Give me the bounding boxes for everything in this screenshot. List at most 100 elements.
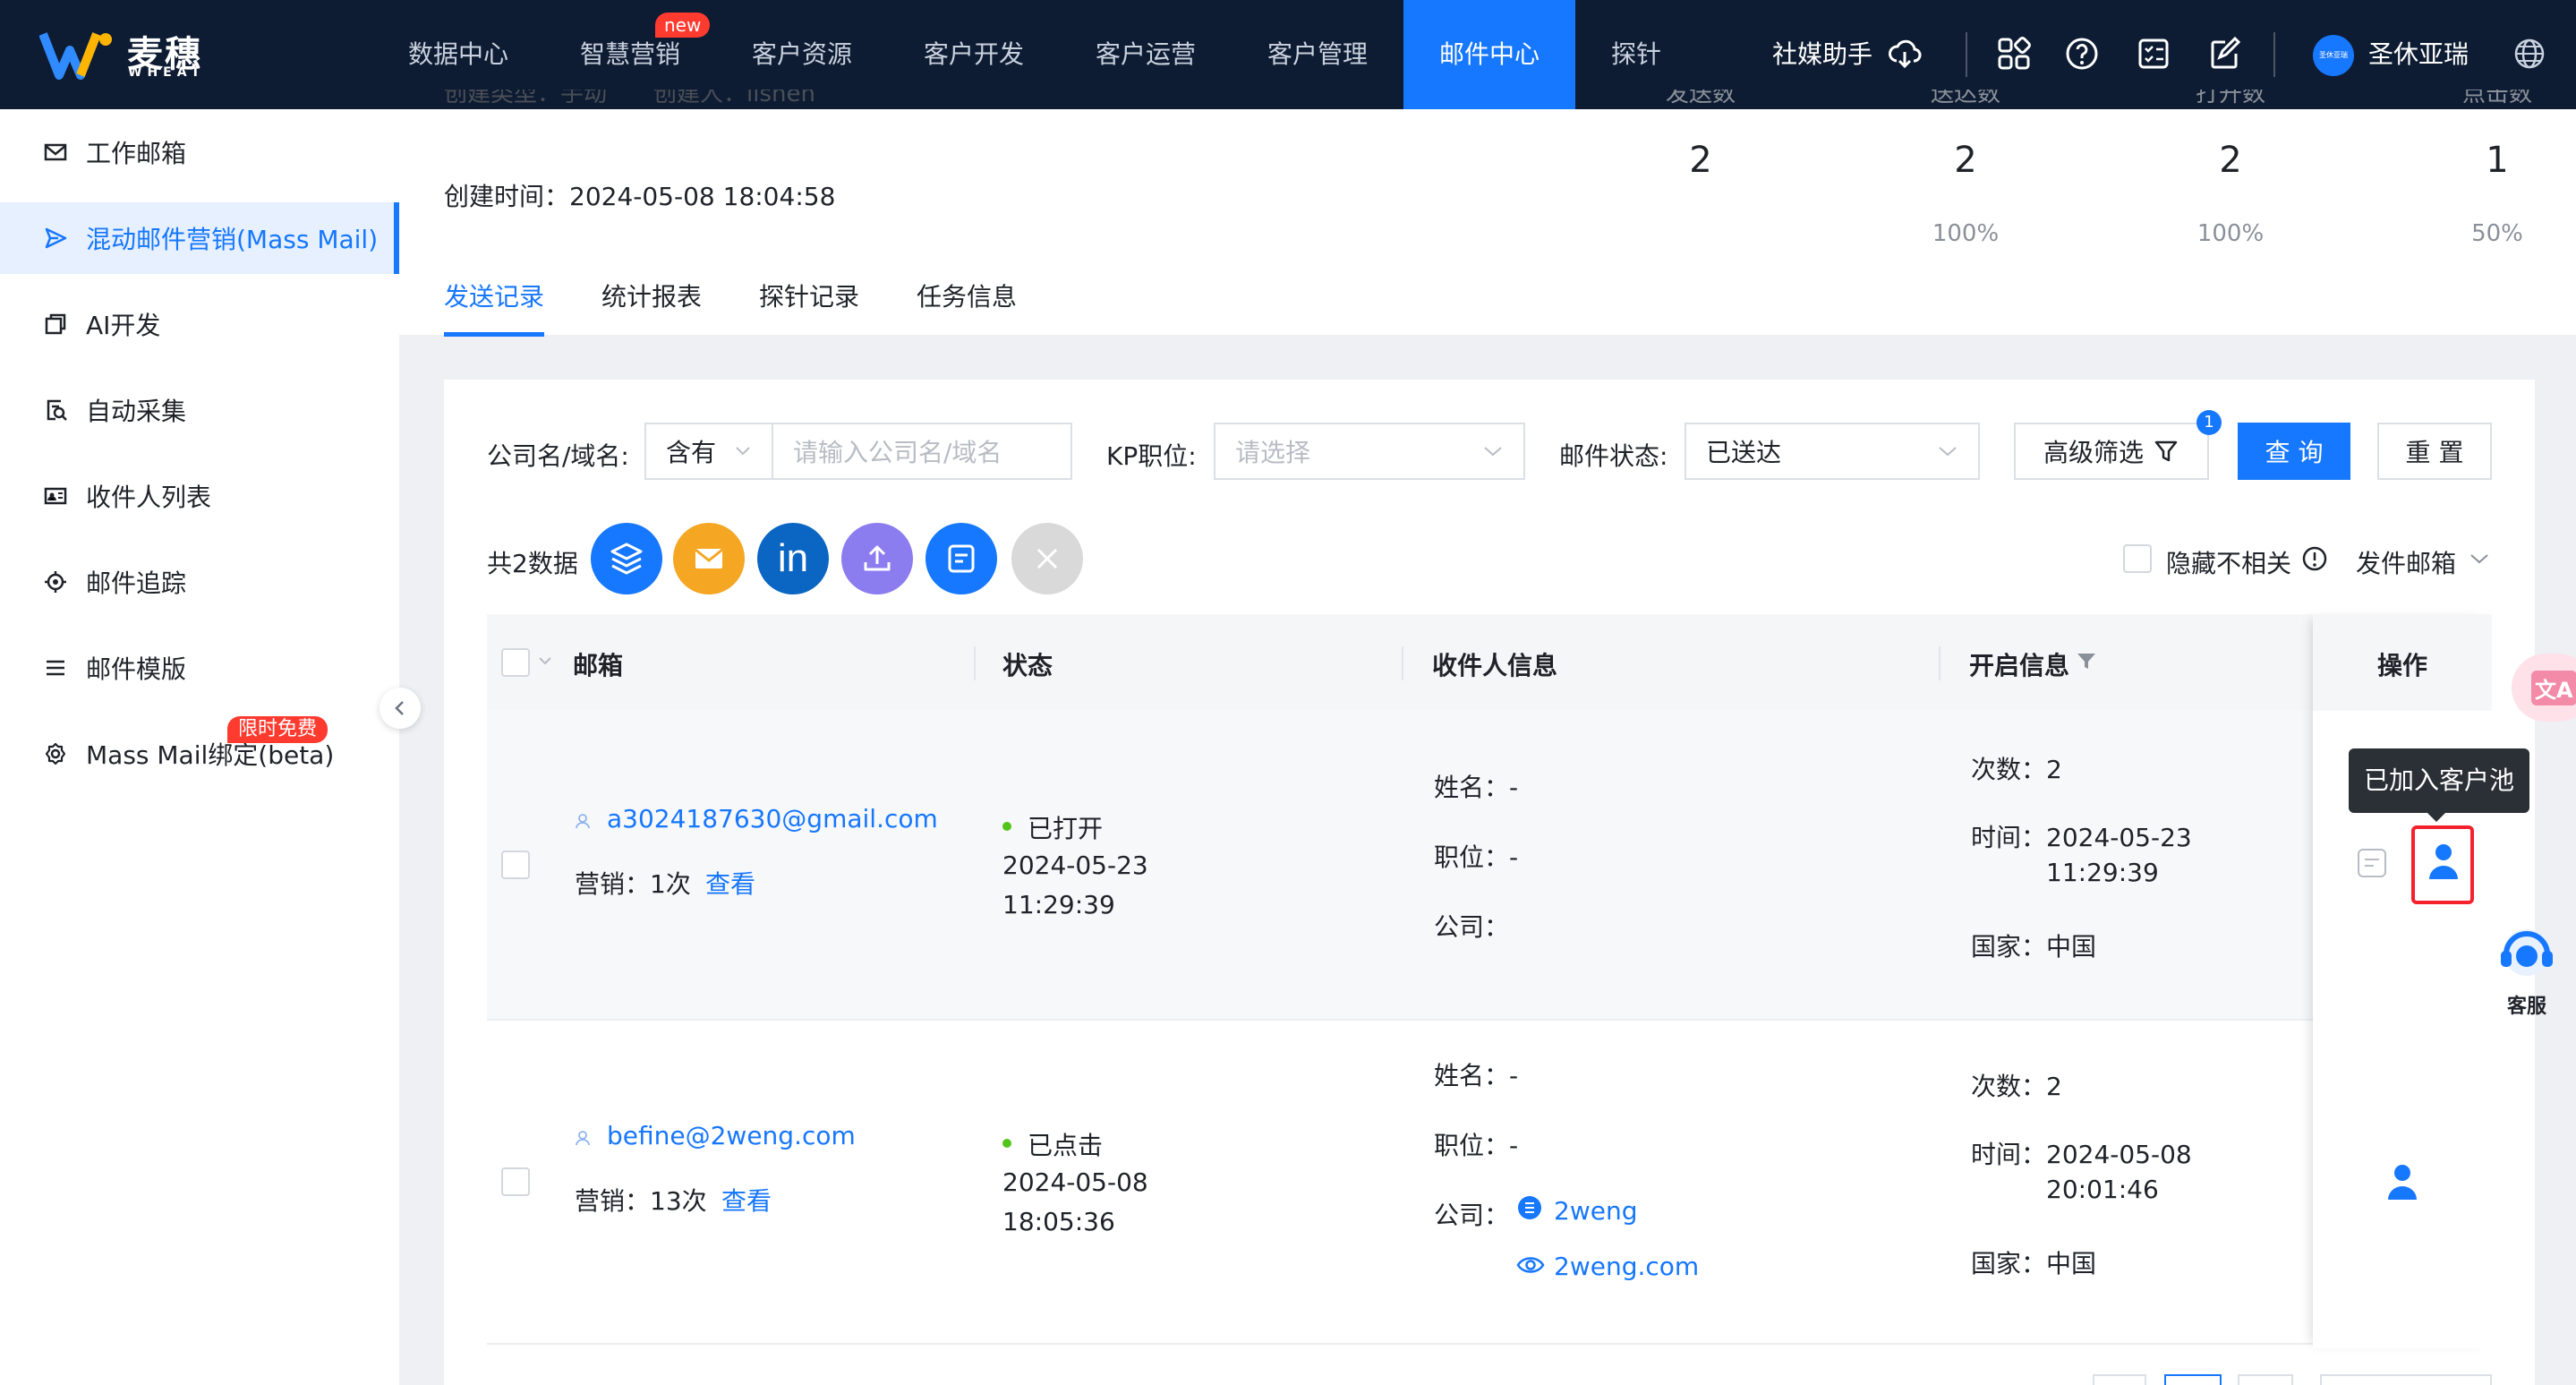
sidebar-collapse-button[interactable] xyxy=(380,688,421,729)
chevron-down-icon[interactable] xyxy=(537,655,553,668)
sidebar-item-recipient-list[interactable]: 收件人列表 xyxy=(0,460,399,532)
advanced-filter-count-badge: 1 xyxy=(2196,410,2222,435)
collect-icon xyxy=(41,396,70,424)
row-status: 已打开 xyxy=(1028,814,1104,843)
customer-service-label: 客服 xyxy=(2506,996,2546,1018)
pagination-current-page[interactable] xyxy=(2164,1374,2222,1385)
column-header-email[interactable]: 邮箱 xyxy=(573,646,623,682)
row-recipient-company: 公司： xyxy=(1434,912,1510,942)
row-checkbox[interactable] xyxy=(501,851,530,879)
add-to-customer-pool-icon[interactable] xyxy=(2384,1162,2420,1201)
reset-button[interactable]: 重 置 xyxy=(2377,423,2492,480)
nav-customer-management[interactable]: 客户管理 xyxy=(1246,0,1389,109)
sidebar-item-mail-template[interactable]: 邮件模版 xyxy=(0,632,399,704)
cloud-download-icon[interactable] xyxy=(1887,36,1923,72)
row-recipient-position: 职位：- xyxy=(1434,842,1519,872)
stat-delivered-pct: 100% xyxy=(1932,220,2000,247)
nav-mail-center[interactable]: 邮件中心 xyxy=(1403,0,1575,109)
export-action-button[interactable] xyxy=(841,523,913,594)
nav-customer-development[interactable]: 客户开发 xyxy=(902,0,1045,109)
kp-position-select[interactable]: 请选择 xyxy=(1214,423,1525,480)
info-icon[interactable] xyxy=(2300,544,2329,573)
row-open-count: 次数：2 xyxy=(1971,1072,2062,1101)
sidebar-item-work-mailbox[interactable]: 工作邮箱 xyxy=(0,116,399,188)
filter-icon xyxy=(2154,440,2178,462)
task-list-icon[interactable] xyxy=(2136,36,2171,72)
column-header-status[interactable]: 状态 xyxy=(1002,646,1053,682)
sidebar-item-label: 收件人列表 xyxy=(86,483,212,512)
pagination-size-select[interactable] xyxy=(2320,1374,2492,1385)
help-icon[interactable] xyxy=(2064,36,2100,72)
tab-probe-records[interactable]: 探针记录 xyxy=(759,278,859,313)
sidebar-item-auto-collect[interactable]: 自动采集 xyxy=(0,374,399,446)
column-filter-icon[interactable] xyxy=(2075,650,2098,673)
row-status-time: 11:29:39 xyxy=(1002,890,1115,919)
query-button[interactable]: 查 询 xyxy=(2238,423,2350,480)
match-type-select[interactable]: 含有 xyxy=(644,423,773,480)
send-mailbox-selector[interactable]: 发件邮箱 xyxy=(2356,544,2456,580)
sidebar-item-mass-mail[interactable]: 混动邮件营销(Mass Mail) xyxy=(0,202,399,274)
note-action-button[interactable] xyxy=(925,523,997,594)
row-open-time: 20:01:46 xyxy=(2046,1175,2159,1204)
row-view-link[interactable]: 查看 xyxy=(721,1182,772,1218)
clear-action-button[interactable] xyxy=(1011,523,1083,594)
mail-status-value: 已送达 xyxy=(1706,438,1782,467)
sidebar-item-ai-development[interactable]: AI开发 xyxy=(0,288,399,360)
row-company-domain-link[interactable]: 2weng.com xyxy=(1554,1252,1699,1281)
stat-opened-value: 2 xyxy=(2219,140,2242,181)
company-search-input[interactable]: 请输入公司名/域名 xyxy=(772,423,1072,480)
row-open-time: 11:29:39 xyxy=(2046,858,2159,887)
chevron-down-icon xyxy=(1939,447,1957,457)
row-marketing-count: 营销：1次 xyxy=(575,869,691,899)
social-assistant-link[interactable]: 社媒助手 xyxy=(1772,0,1872,109)
stat-clicked-value: 1 xyxy=(2486,140,2509,181)
new-badge: new xyxy=(655,13,711,38)
kp-position-label: KP职位: xyxy=(1106,441,1197,471)
tab-statistics-report[interactable]: 统计报表 xyxy=(601,278,702,313)
customer-service-widget[interactable]: 客服 xyxy=(2486,920,2567,1018)
nav-customer-operations[interactable]: 客户运营 xyxy=(1074,0,1217,109)
edit-note-icon[interactable] xyxy=(2207,36,2243,72)
column-header-open-info[interactable]: 开启信息 xyxy=(1969,646,2069,682)
sidebar-item-mass-mail-binding[interactable]: Mass Mail绑定(beta) xyxy=(0,718,399,790)
wheat-logo-icon[interactable] xyxy=(39,27,116,81)
stat-sent-label: 发送数 xyxy=(1665,90,1736,107)
row-recipient-position: 职位：- xyxy=(1434,1131,1519,1160)
column-header-recipient[interactable]: 收件人信息 xyxy=(1432,646,1557,682)
email-action-button[interactable] xyxy=(673,523,745,594)
mail-status-select[interactable]: 已送达 xyxy=(1685,423,1980,480)
row-open-country: 国家：中国 xyxy=(1971,1249,2097,1278)
note-icon[interactable] xyxy=(2356,847,2388,879)
copy-icon xyxy=(41,310,70,338)
limited-free-badge: 限时免费 xyxy=(227,716,328,743)
linkedin-action-button[interactable]: in xyxy=(757,523,829,594)
row-status: 已点击 xyxy=(1028,1131,1104,1160)
row-view-link[interactable]: 查看 xyxy=(705,865,755,901)
user-avatar[interactable]: 圣休亚瑞 xyxy=(2313,35,2354,76)
operations-column xyxy=(2313,614,2492,1348)
translate-widget[interactable]: 文A xyxy=(2512,654,2576,722)
nav-divider xyxy=(1966,32,1967,77)
globe-icon[interactable] xyxy=(2512,36,2547,72)
chevron-down-icon[interactable] xyxy=(2469,551,2490,566)
row-email-link[interactable]: befine@2weng.com xyxy=(607,1121,856,1150)
layers-action-button[interactable] xyxy=(591,523,662,594)
company-search-placeholder: 请输入公司名/域名 xyxy=(793,438,1002,467)
sidebar-item-mail-tracking[interactable]: 邮件追踪 xyxy=(0,546,399,618)
envelope-icon xyxy=(695,548,723,569)
pagination-next[interactable] xyxy=(2238,1374,2293,1385)
row-open-date: 时间：2024-05-08 xyxy=(1971,1140,2192,1169)
advanced-filter-button[interactable]: 高级筛选 xyxy=(2014,423,2209,480)
tab-task-info[interactable]: 任务信息 xyxy=(917,278,1017,313)
pagination-prev[interactable] xyxy=(2093,1374,2146,1385)
row-email-link[interactable]: a3024187630@gmail.com xyxy=(607,804,938,834)
sidebar-item-label: 混动邮件营销(Mass Mail) xyxy=(86,225,379,254)
tab-send-records[interactable]: 发送记录 xyxy=(444,278,544,313)
apps-grid-icon[interactable] xyxy=(1996,36,2032,72)
stat-opened-label: 打开数 xyxy=(2195,90,2265,107)
select-all-checkbox[interactable] xyxy=(501,648,530,677)
row-company-name-link[interactable]: 2weng xyxy=(1554,1196,1637,1226)
row-checkbox[interactable] xyxy=(501,1167,530,1196)
chevron-down-icon xyxy=(1484,447,1502,457)
hide-irrelevant-checkbox[interactable] xyxy=(2123,544,2152,573)
